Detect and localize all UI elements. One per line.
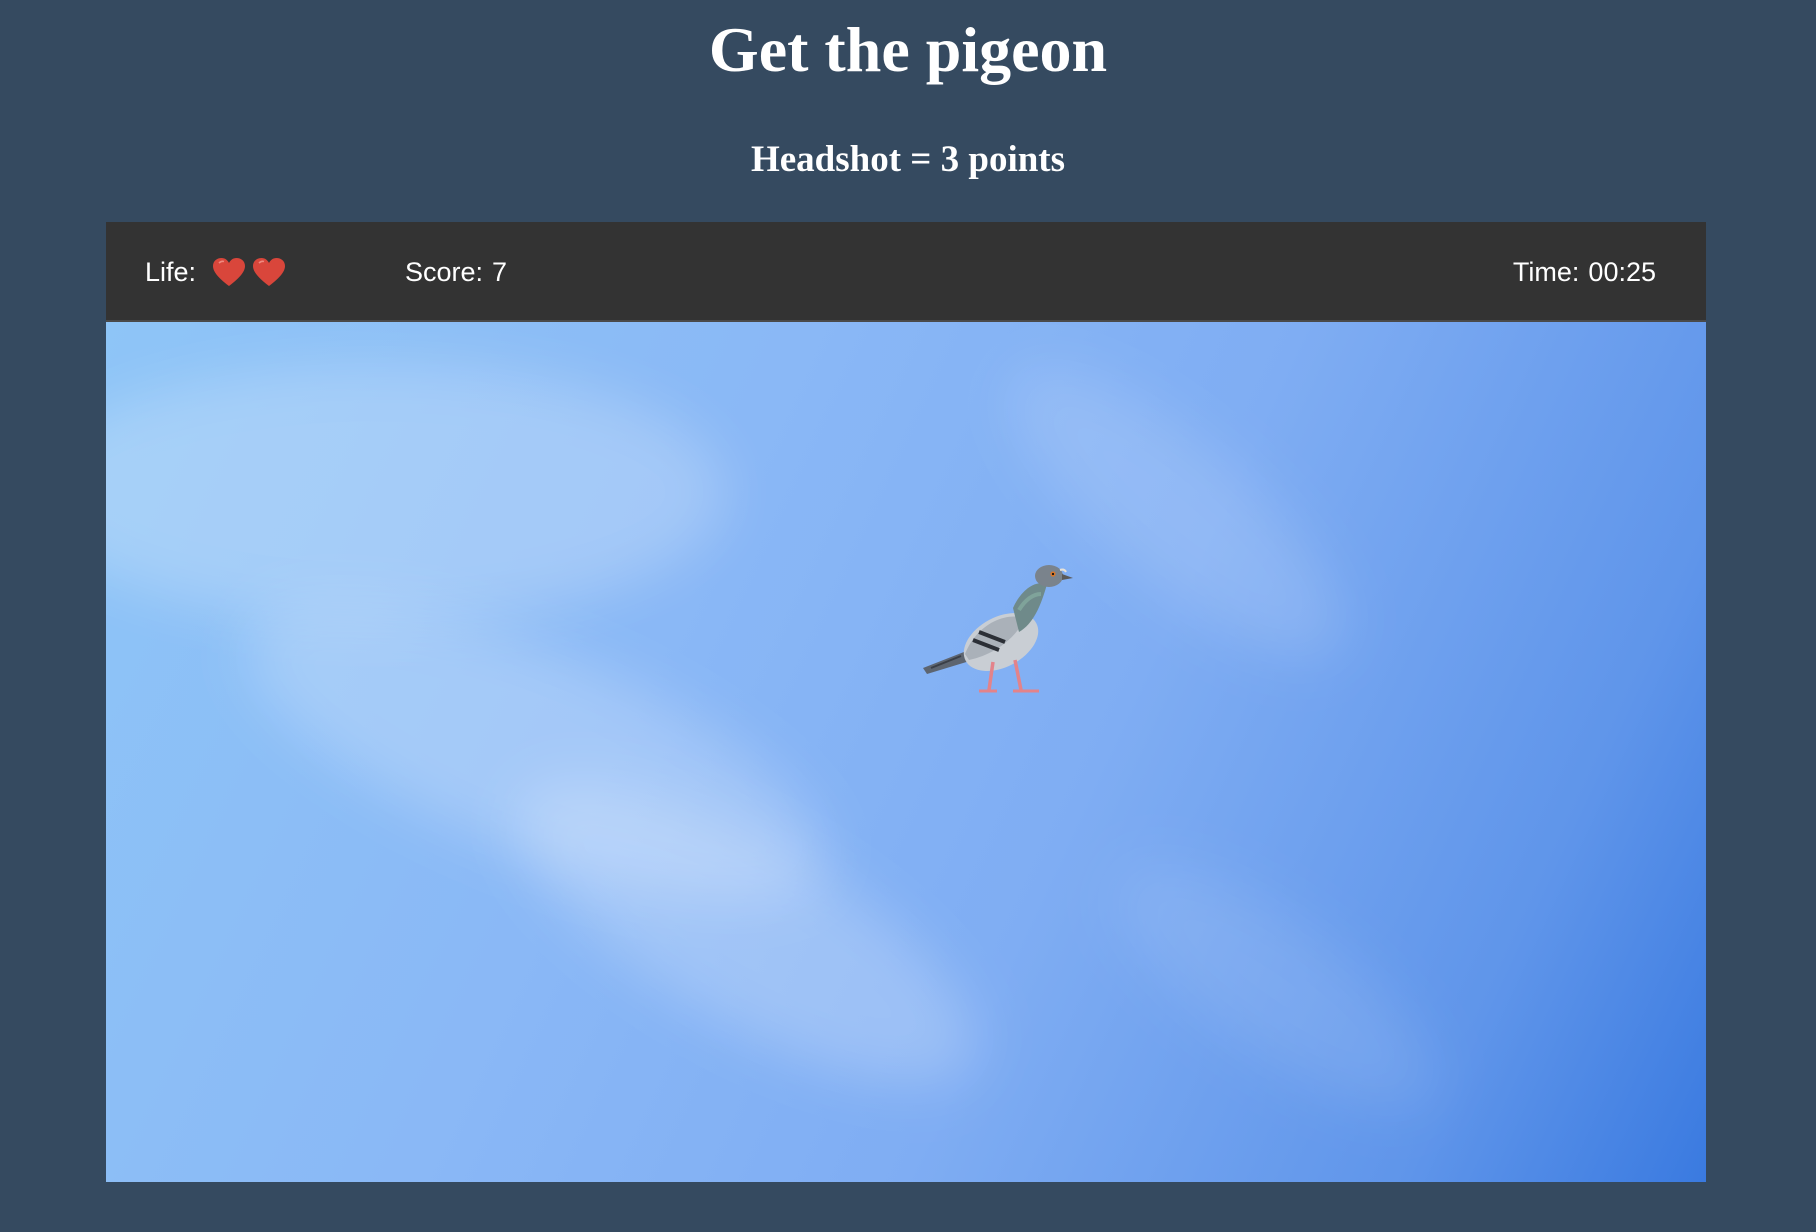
sky-background[interactable]	[106, 322, 1706, 1182]
page-subtitle: Headshot = 3 points	[750, 139, 1066, 180]
page-title: Get the pigeon	[708, 14, 1108, 85]
score-display: Score: 7	[405, 252, 507, 292]
game-hud: Life: Score: 7 Time: 00:25	[106, 222, 1706, 322]
life-display: Life:	[145, 252, 292, 292]
life-label: Life:	[145, 256, 197, 287]
game-area[interactable]: Life: Score: 7 Time: 00:25	[106, 222, 1706, 1182]
heart-icon	[212, 257, 246, 287]
time-display: Time: 00:25	[1513, 252, 1656, 292]
time-value: 00:25	[1588, 256, 1656, 287]
score-value: 7	[492, 256, 508, 287]
heart-icon	[252, 257, 286, 287]
pigeon-icon[interactable]	[921, 550, 1081, 700]
time-label: Time:	[1512, 256, 1580, 287]
score-label: Score:	[405, 256, 484, 287]
